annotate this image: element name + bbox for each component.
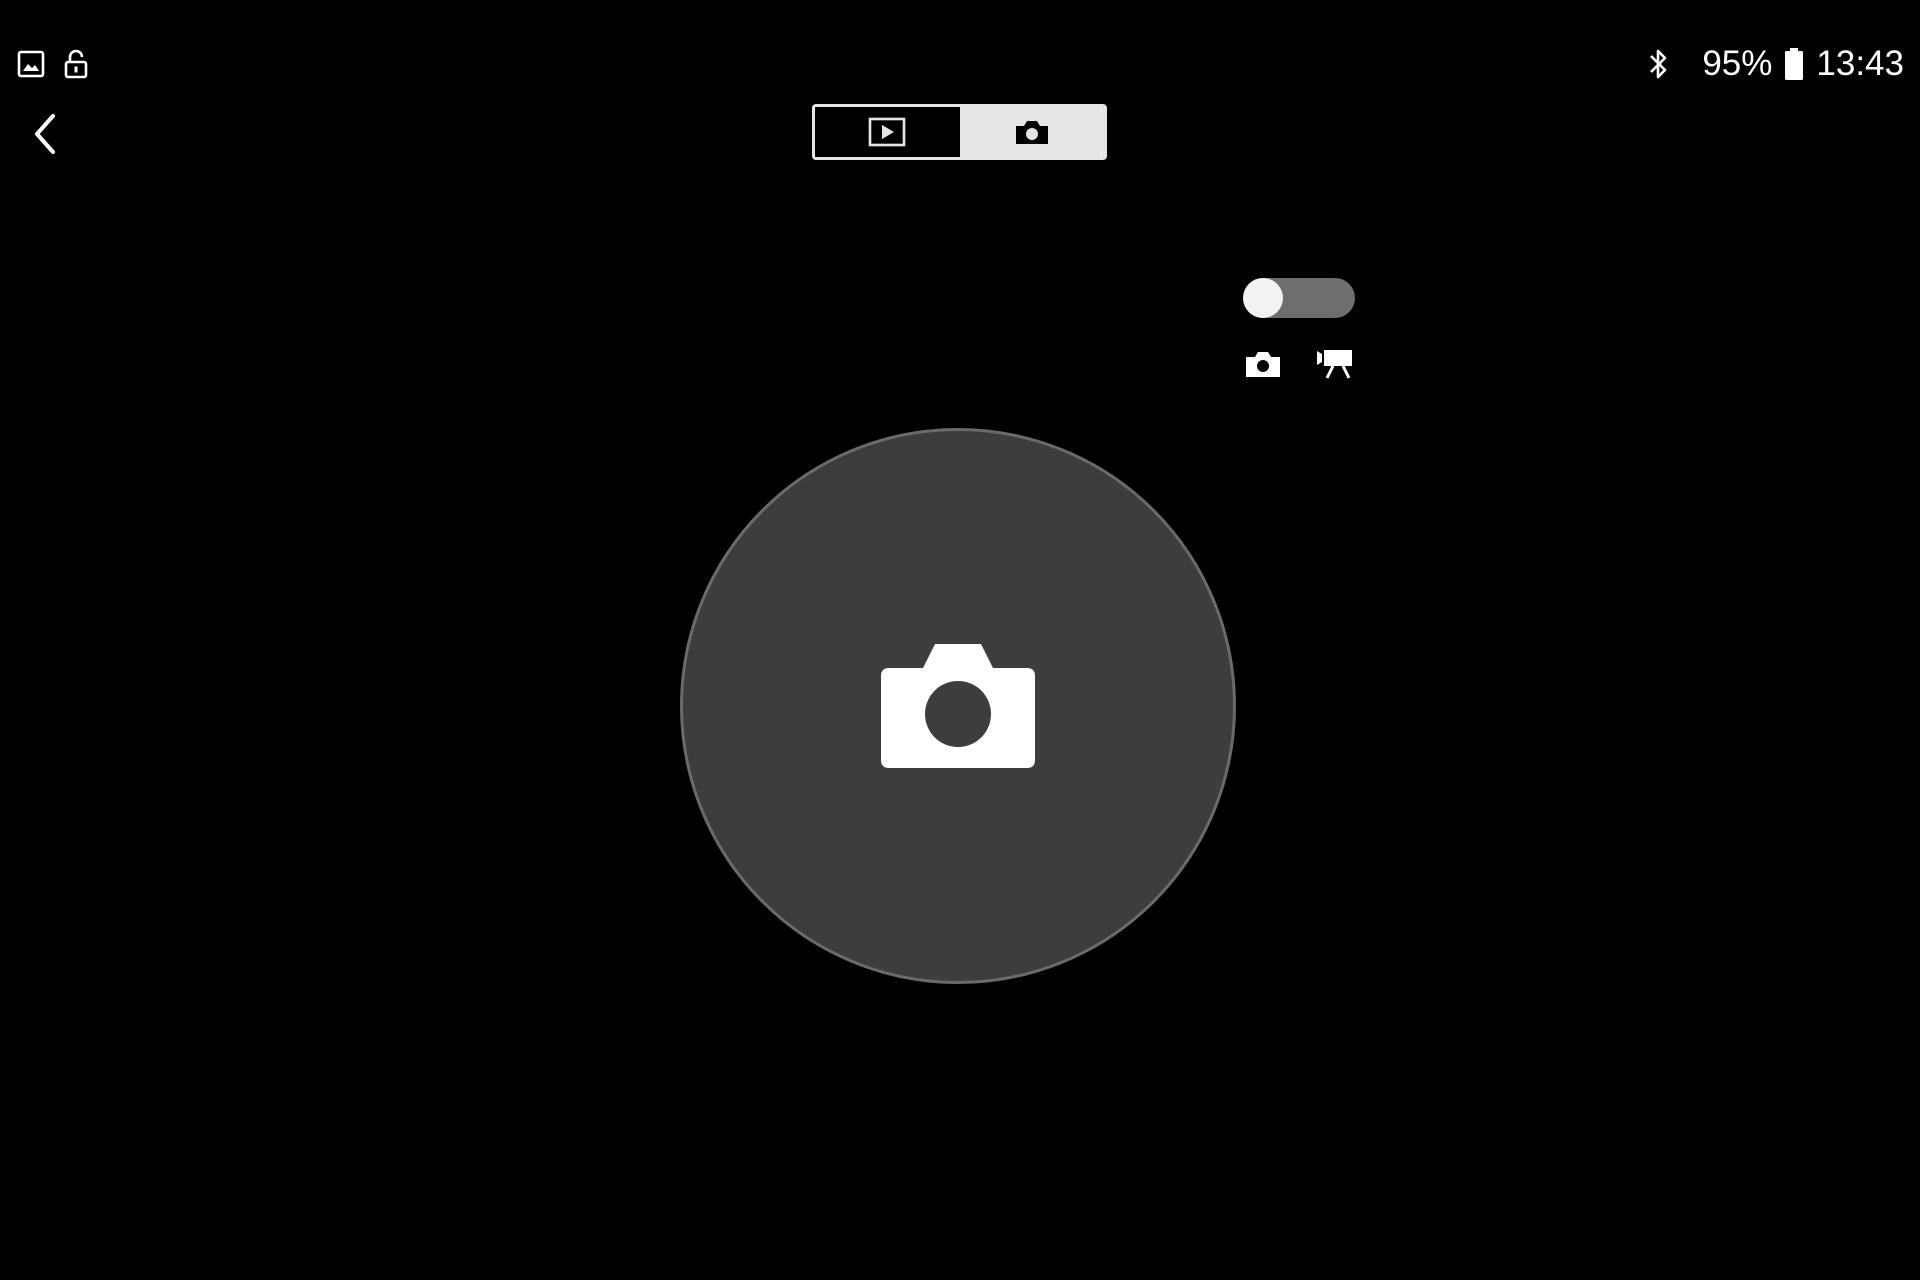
bluetooth-icon <box>1646 47 1672 81</box>
back-button[interactable] <box>24 108 64 160</box>
playback-icon <box>868 117 906 147</box>
shutter-button[interactable] <box>680 428 1236 984</box>
mode-switch <box>812 104 1107 160</box>
photo-video-toggle[interactable] <box>1243 278 1355 318</box>
camera-icon <box>1013 117 1051 147</box>
battery-percent: 95% <box>1702 44 1773 83</box>
battery-icon <box>1784 47 1804 81</box>
toggle-labels <box>1243 344 1355 384</box>
image-icon <box>16 49 46 79</box>
video-camera-icon <box>1315 348 1355 380</box>
remote-shooting-mode-tab[interactable] <box>959 107 1104 157</box>
status-bar-right: 95% 13:43 <box>1646 42 1904 86</box>
toggle-knob <box>1243 278 1283 318</box>
camera-icon <box>1243 349 1283 379</box>
remote-shooting-screen: 95% 13:43 <box>0 0 1920 1280</box>
clock: 13:43 <box>1816 44 1904 83</box>
lock-open-icon <box>62 48 90 80</box>
playback-mode-tab[interactable] <box>815 107 960 157</box>
chevron-left-icon <box>29 112 59 156</box>
camera-icon <box>881 644 1035 768</box>
status-bar-left <box>16 46 90 82</box>
